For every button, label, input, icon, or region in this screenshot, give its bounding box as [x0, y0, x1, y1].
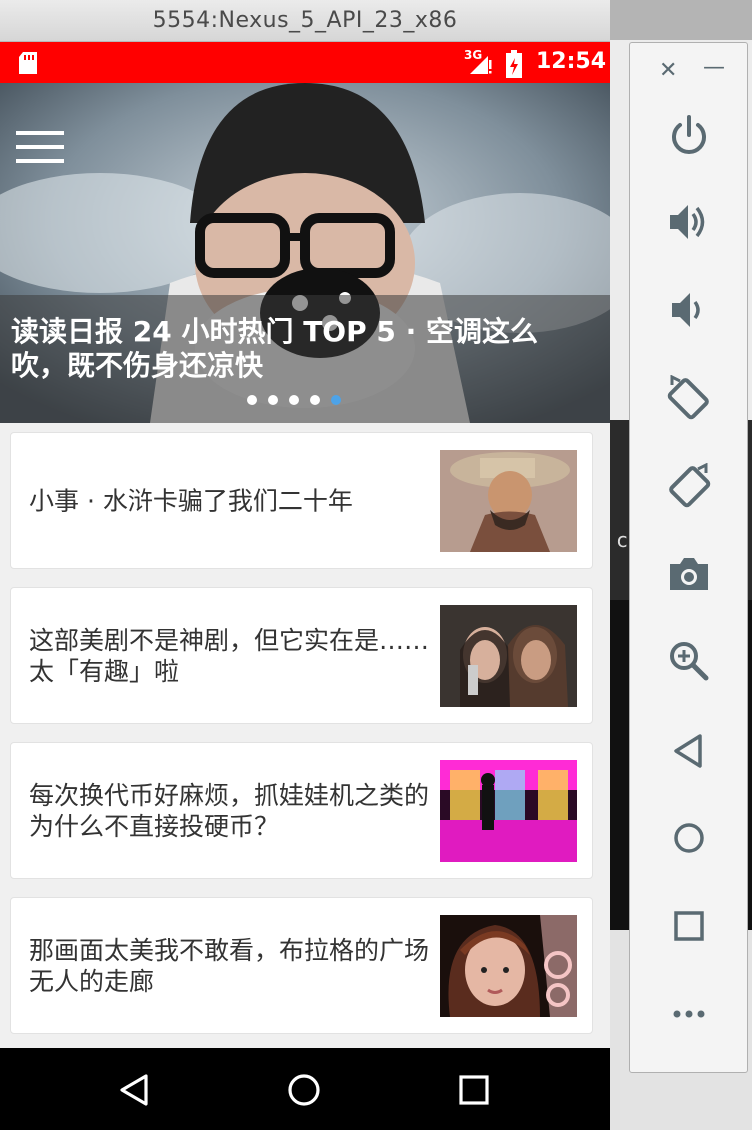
emulator-window: 5554:Nexus_5_API_23_x86 3G 12:54 读读日报 24…	[0, 0, 610, 1130]
background-window-top	[610, 0, 752, 40]
hero-title[interactable]: 读读日报 24 小时热门 TOP 5 · 空调这么吹，既不伤身还凉快	[11, 315, 571, 383]
carousel-dot[interactable]	[268, 395, 278, 405]
news-card[interactable]: 小事 · 水浒卡骗了我们二十年	[10, 432, 593, 569]
cowboy-hat-man-thumbnail	[440, 450, 577, 552]
two-women-selfie-thumbnail	[440, 605, 577, 707]
claw-machine-thumbnail	[440, 760, 577, 862]
sd-card-icon	[19, 52, 37, 74]
carousel-indicator	[247, 395, 341, 405]
news-title: 每次换代币好麻烦，抓娃娃机之类的为什么不直接投硬币？	[29, 780, 430, 841]
power-icon[interactable]	[666, 113, 712, 159]
status-bar: 3G 12:54	[0, 42, 610, 83]
back-icon[interactable]	[666, 728, 712, 774]
zoom-icon[interactable]	[666, 638, 712, 684]
hero-banner[interactable]: 读读日报 24 小时热门 TOP 5 · 空调这么吹，既不伤身还凉快	[0, 83, 610, 423]
emulator-title-bar[interactable]: 5554:Nexus_5_API_23_x86	[0, 0, 610, 42]
carousel-dot-active[interactable]	[331, 395, 341, 405]
more-icon[interactable]	[666, 991, 712, 1037]
status-clock: 12:54	[536, 49, 607, 74]
volume-up-icon[interactable]	[666, 199, 712, 245]
news-title: 这部美剧不是神剧，但它实在是……太「有趣」啦	[29, 625, 430, 686]
navigation-bar	[0, 1048, 610, 1130]
news-title: 那画面太美我不敢看，布拉格的广场无人的走廊	[29, 935, 430, 996]
device-screen: 3G 12:54 读读日报 24 小时热门 TOP 5 · 空调这么吹，既不伤身…	[0, 42, 610, 1048]
camera-icon[interactable]	[666, 550, 712, 596]
news-card[interactable]: 这部美剧不是神剧，但它实在是……太「有趣」啦	[10, 587, 593, 724]
emulator-title: 5554:Nexus_5_API_23_x86	[152, 8, 458, 33]
news-card[interactable]: 每次换代币好麻烦，抓娃娃机之类的为什么不直接投硬币？	[10, 742, 593, 879]
carousel-dot[interactable]	[289, 395, 299, 405]
girl-portrait-thumbnail	[440, 915, 577, 1017]
news-title: 小事 · 水浒卡骗了我们二十年	[29, 486, 353, 515]
news-card[interactable]: 那画面太美我不敢看，布拉格的广场无人的走廊	[10, 897, 593, 1034]
close-icon[interactable]: ✕	[659, 58, 677, 83]
hamburger-menu-icon[interactable]	[16, 129, 64, 165]
overview-icon[interactable]	[666, 903, 712, 949]
carousel-dot[interactable]	[310, 395, 320, 405]
volume-down-icon[interactable]	[666, 287, 712, 333]
emulator-side-panel: ✕ —	[629, 42, 748, 1073]
home-circle-icon[interactable]	[286, 1072, 322, 1108]
rotate-right-icon[interactable]	[666, 463, 712, 509]
recents-square-icon[interactable]	[456, 1072, 492, 1108]
back-triangle-icon[interactable]	[116, 1072, 152, 1108]
carousel-dot[interactable]	[247, 395, 257, 405]
minimize-icon[interactable]: —	[703, 55, 725, 80]
battery-alert-icon	[506, 50, 522, 78]
home-icon[interactable]	[666, 815, 712, 861]
rotate-left-icon[interactable]	[666, 375, 712, 421]
signal-icon	[470, 56, 492, 74]
